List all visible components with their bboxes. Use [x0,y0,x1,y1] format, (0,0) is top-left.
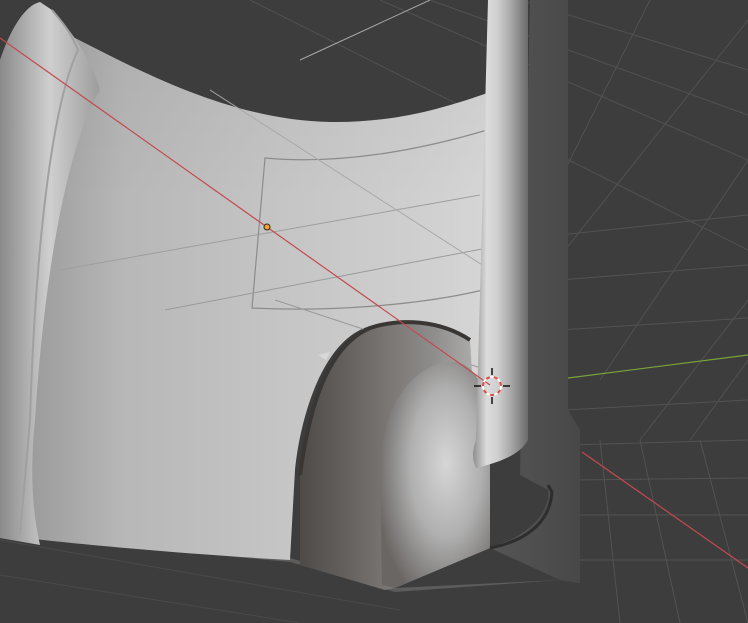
wall-grid-line-5 [299,0,431,61]
object-origin-dot-icon[interactable] [263,223,271,231]
viewport-scene[interactable] [0,0,748,623]
y-axis-line [567,354,748,379]
x-axis-line-lower [581,451,748,569]
3d-viewport[interactable] [0,0,748,623]
